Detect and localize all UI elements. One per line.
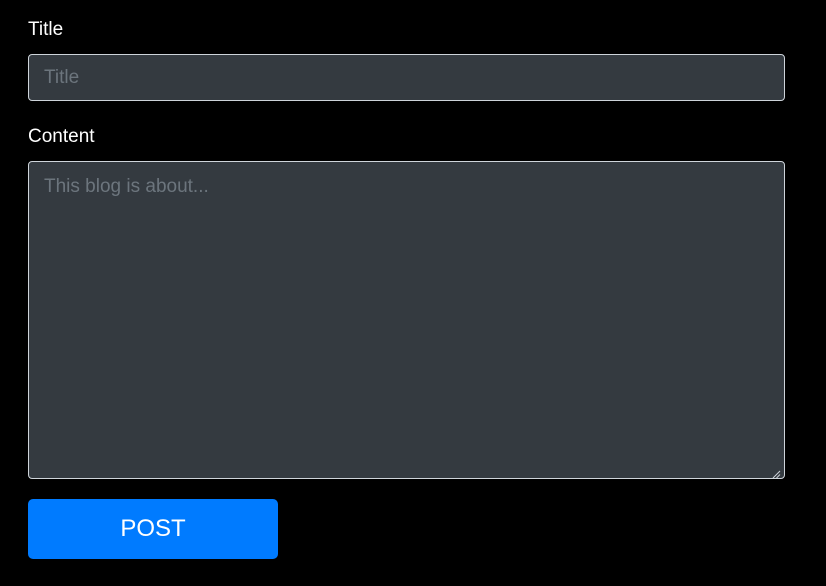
- content-textarea[interactable]: [28, 161, 785, 479]
- title-label: Title: [28, 19, 64, 40]
- content-label: Content: [28, 126, 95, 147]
- resize-grip-icon[interactable]: [771, 466, 781, 479]
- post-button[interactable]: POST: [28, 499, 278, 559]
- title-input[interactable]: [28, 54, 785, 101]
